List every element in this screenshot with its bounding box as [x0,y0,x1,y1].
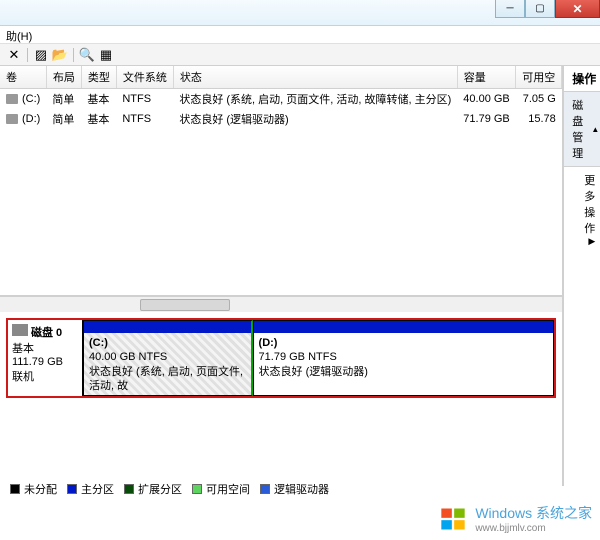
horizontal-scrollbar[interactable] [0,296,562,312]
folder-icon[interactable]: 📂 [52,47,68,63]
legend-primary: 主分区 [67,481,114,497]
legend-free: 可用空间 [192,481,250,497]
disk-icon [12,324,28,336]
properties-icon[interactable]: ▨ [33,47,49,63]
watermark-title: Windows 系统之家 [475,505,592,521]
separator [27,48,28,62]
cell-capacity: 71.79 GB [457,109,515,129]
main-area: 卷 布局 类型 文件系统 状态 容量 可用空 (C:) 简单 基本 NTFS [0,66,600,486]
disk-row: 磁盘 0 基本 111.79 GB 联机 (C:) 40.00 GB NTFS … [6,318,556,398]
partition-header [254,321,554,333]
partition-status: 状态良好 (逻辑驱动器) [259,365,549,379]
partition-label: (D:) [259,336,549,350]
watermark: Windows 系统之家 www.bjjmlv.com [439,503,592,534]
list-icon[interactable]: ▦ [98,47,114,63]
partition-d[interactable]: (D:) 71.79 GB NTFS 状态良好 (逻辑驱动器) [253,320,555,396]
table-row[interactable]: (C:) 简单 基本 NTFS 状态良好 (系统, 启动, 页面文件, 活动, … [0,89,562,110]
title-bar: ─ ▢ ✕ [0,0,600,26]
col-capacity[interactable]: 容量 [457,66,515,89]
legend-logical: 逻辑驱动器 [260,481,329,497]
col-filesystem[interactable]: 文件系统 [116,66,173,89]
table-row[interactable]: (D:) 简单 基本 NTFS 状态良好 (逻辑驱动器) 71.79 GB 15… [0,109,562,129]
cell-status: 状态良好 (逻辑驱动器) [173,109,457,129]
partition-c[interactable]: (C:) 40.00 GB NTFS 状态良好 (系统, 启动, 页面文件, 活… [83,320,253,396]
actions-panel: 操作 磁盘管理 ▲ 更多操作 ▶ [563,66,600,486]
chevron-right-icon: ▶ [588,236,595,247]
partition-header [84,321,251,333]
disk-type: 基本 [12,340,78,356]
toolbar: ✕ ▨ 📂 🔍 ▦ [0,44,600,66]
disk-size: 111.79 GB [12,356,78,368]
col-type[interactable]: 类型 [81,66,116,89]
disk-header[interactable]: 磁盘 0 基本 111.79 GB 联机 [8,320,83,396]
legend-label: 逻辑驱动器 [274,481,329,497]
cell-type: 基本 [81,109,116,129]
cell-capacity: 40.00 GB [457,89,515,110]
cell-free: 15.78 [516,109,562,129]
volume-table: 卷 布局 类型 文件系统 状态 容量 可用空 (C:) 简单 基本 NTFS [0,66,562,129]
watermark-url: www.bjjmlv.com [475,523,592,534]
legend-label: 扩展分区 [138,481,182,497]
menu-help[interactable]: 助(H) [6,28,32,41]
partition-label: (C:) [89,336,246,350]
partition-status: 状态良好 (系统, 启动, 页面文件, 活动, 故 [89,365,246,394]
volume-list: 卷 布局 类型 文件系统 状态 容量 可用空 (C:) 简单 基本 NTFS [0,66,562,296]
left-pane: 卷 布局 类型 文件系统 状态 容量 可用空 (C:) 简单 基本 NTFS [0,66,563,486]
cell-drive: (D:) [22,113,40,125]
col-layout[interactable]: 布局 [46,66,81,89]
partition-size-fs: 40.00 GB NTFS [89,350,246,364]
col-freespace[interactable]: 可用空 [516,66,562,89]
maximize-button[interactable]: ▢ [525,0,555,18]
swatch-unallocated [10,484,20,494]
cell-status: 状态良好 (系统, 启动, 页面文件, 活动, 故障转储, 主分区) [173,89,457,110]
cell-type: 基本 [81,89,116,110]
legend-label: 主分区 [81,481,114,497]
cell-drive: (C:) [22,93,40,105]
legend-label: 可用空间 [206,481,250,497]
swatch-extended [124,484,134,494]
delete-icon[interactable]: ✕ [6,47,22,63]
disk-name: 磁盘 0 [31,327,62,339]
disk-graphical-pane: 磁盘 0 基本 111.79 GB 联机 (C:) 40.00 GB NTFS … [0,312,562,486]
legend: 未分配 主分区 扩展分区 可用空间 逻辑驱动器 [4,480,335,498]
scrollbar-thumb[interactable] [140,299,230,311]
partition-size-fs: 71.79 GB NTFS [259,350,549,364]
window-controls: ─ ▢ ✕ [495,0,600,18]
cell-free: 7.05 G [516,89,562,110]
legend-unallocated: 未分配 [10,481,57,497]
swatch-logical [260,484,270,494]
actions-section-label: 磁盘管理 [572,97,591,161]
cell-fs: NTFS [116,89,173,110]
legend-label: 未分配 [24,481,57,497]
disk-state: 联机 [12,368,78,384]
close-button[interactable]: ✕ [555,0,600,18]
cell-fs: NTFS [116,109,173,129]
windows-logo-icon [439,505,467,533]
actions-title: 操作 [564,66,600,92]
actions-section-disk-mgmt[interactable]: 磁盘管理 ▲ [564,92,600,167]
cell-layout: 简单 [46,89,81,110]
swatch-free [192,484,202,494]
actions-item-label: 更多操作 [584,175,595,235]
col-status[interactable]: 状态 [173,66,457,89]
swatch-primary [67,484,77,494]
volume-icon [6,94,18,104]
separator [73,48,74,62]
volume-icon [6,114,18,124]
legend-extended: 扩展分区 [124,481,182,497]
minimize-button[interactable]: ─ [495,0,525,18]
menu-bar: 助(H) [0,26,600,44]
actions-item-more[interactable]: 更多操作 ▶ [564,167,600,241]
cell-layout: 简单 [46,109,81,129]
col-volume[interactable]: 卷 [0,66,46,89]
refresh-icon[interactable]: 🔍 [79,47,95,63]
triangle-up-icon: ▲ [591,125,599,134]
